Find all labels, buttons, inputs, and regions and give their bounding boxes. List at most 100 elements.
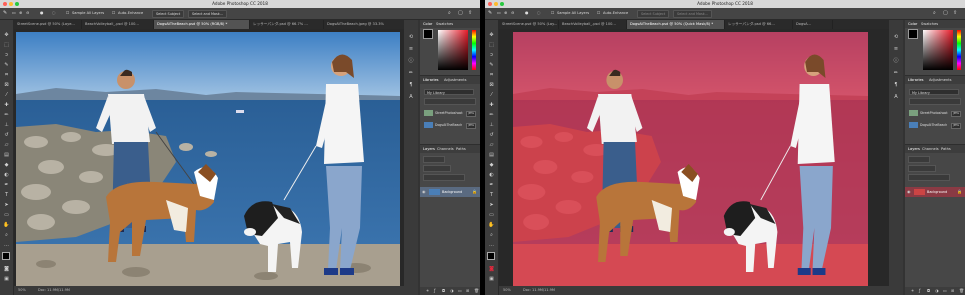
add-selection-icon[interactable]: ⊕	[504, 10, 507, 16]
lasso-tool-icon[interactable]: ↄ	[488, 52, 495, 58]
tab-dogsatthebeach-jpeg[interactable]: DogsA...	[793, 20, 833, 29]
brush-size-icon[interactable]: ●	[40, 10, 44, 16]
dodge-tool-icon[interactable]: ◐	[488, 172, 495, 178]
tab-redpanda[interactable]: レッサーパンダ.psd @ 66...	[725, 20, 793, 29]
library-select[interactable]: My Library	[909, 89, 959, 95]
hue-slider[interactable]	[957, 30, 961, 70]
new-selection-icon[interactable]: ▭	[497, 10, 501, 16]
tab-paths[interactable]: Paths	[941, 147, 951, 151]
tab-dogsatthebeach-active[interactable]: DogsAtTheBeach.psd @ 50% (RGB/8) *	[154, 20, 250, 29]
type-tool-icon[interactable]: T	[488, 192, 495, 198]
sample-all-layers-checkbox[interactable]: ☐	[551, 10, 554, 16]
hand-tool-icon[interactable]: ✋	[3, 222, 10, 228]
folder-icon[interactable]: ▭	[458, 287, 462, 295]
mask-icon[interactable]: ◘	[442, 287, 445, 295]
brush-presets-icon[interactable]: ✏	[408, 70, 414, 76]
dodge-tool-icon[interactable]: ◐	[3, 172, 10, 178]
hand-tool-icon[interactable]: ✋	[488, 222, 495, 228]
eraser-tool-icon[interactable]: ▱	[3, 142, 10, 148]
marquee-tool-icon[interactable]: ⬚	[488, 42, 495, 48]
color-picker-field[interactable]	[438, 30, 468, 70]
blur-tool-icon[interactable]: ◆	[488, 162, 495, 168]
tab-adjustments[interactable]: Adjustments	[929, 78, 952, 82]
share-icon[interactable]: ⇪	[953, 10, 957, 16]
healing-tool-icon[interactable]: ✚	[3, 102, 10, 108]
select-subject-button[interactable]: Select Subject	[637, 10, 670, 18]
tab-streetscene[interactable]: StreetScene.psd @ 50% (Laye...	[14, 20, 82, 29]
library-item[interactable]: StreetPhotoshoot JPEG	[424, 108, 476, 118]
brush-tool-icon[interactable]: ✏	[3, 112, 10, 118]
tab-libraries[interactable]: Libraries	[908, 78, 924, 82]
stamp-tool-icon[interactable]: ⊥	[3, 122, 10, 128]
document-canvas[interactable]	[16, 32, 400, 286]
paragraph-icon[interactable]: ¶	[408, 82, 414, 88]
auto-enhance-checkbox[interactable]: ☐	[597, 10, 600, 16]
subtract-selection-icon[interactable]: ⊖	[26, 10, 29, 16]
healing-tool-icon[interactable]: ✚	[488, 102, 495, 108]
zoom-level[interactable]: 50%	[503, 286, 511, 295]
workspace-icon[interactable]: ▢	[458, 10, 463, 16]
layer-filter[interactable]	[423, 156, 445, 163]
properties-icon[interactable]: ≡	[893, 46, 899, 52]
tab-redpanda[interactable]: レッサーパンダ.psd @ 66.7% ...	[250, 20, 324, 29]
sample-all-layers-checkbox[interactable]: ☐	[66, 10, 69, 16]
path-selection-icon[interactable]: ➤	[3, 202, 10, 208]
tab-beachvolleyball[interactable]: BeachVolleyball_.psd @ 100...	[559, 20, 627, 29]
library-item[interactable]: DogsAtTheBeach JPEG	[909, 120, 961, 130]
workspace-icon[interactable]: ▢	[943, 10, 948, 16]
crop-tool-icon[interactable]: ⌗	[3, 72, 10, 78]
layer-row[interactable]: ◉ Background 🔒	[420, 187, 480, 197]
brush-presets-icon[interactable]: ✏	[893, 70, 899, 76]
screen-mode-icon[interactable]: ▣	[3, 276, 10, 282]
tab-streetscene[interactable]: StreetScene.psd @ 50% (Lay...	[499, 20, 559, 29]
blend-mode-select[interactable]	[908, 165, 936, 172]
share-icon[interactable]: ⇪	[468, 10, 472, 16]
fx-icon[interactable]: ƒ	[919, 287, 920, 295]
tab-dogsatthebeach-jpeg[interactable]: DogsAtTheBeach.jpeg @ 33.3%	[324, 20, 410, 29]
foreground-swatch[interactable]	[908, 29, 918, 39]
library-item[interactable]: DogsAtTheBeach JPEG	[424, 120, 476, 130]
tab-layers[interactable]: Layers	[908, 147, 920, 151]
select-and-mask-button[interactable]: Select and Mask...	[673, 10, 712, 18]
character-icon[interactable]: A	[893, 94, 899, 100]
select-and-mask-button[interactable]: Select and Mask...	[188, 10, 227, 18]
tab-paths[interactable]: Paths	[456, 147, 466, 151]
zoom-tool-icon[interactable]: ⌕	[3, 232, 10, 238]
foreground-swatch[interactable]	[423, 29, 433, 39]
tab-beachvolleyball[interactable]: BeachVolleyball_.psd @ 100...	[82, 20, 154, 29]
more-tools-icon[interactable]: …	[3, 242, 10, 248]
library-select[interactable]: My Library	[424, 89, 474, 95]
brush-angle-icon[interactable]: ◌	[537, 10, 541, 16]
quick-mask-icon[interactable]: ◙	[488, 266, 495, 272]
lock-options[interactable]	[908, 174, 950, 181]
search-icon[interactable]: ⌕	[933, 10, 936, 16]
new-layer-icon[interactable]: ⊞	[466, 287, 469, 295]
history-brush-icon[interactable]: ↺	[488, 132, 495, 138]
gradient-tool-icon[interactable]: ▤	[3, 152, 10, 158]
layer-filter[interactable]	[908, 156, 930, 163]
info-icon[interactable]: ⓘ	[408, 58, 414, 64]
move-tool-icon[interactable]: ✥	[488, 32, 495, 38]
quick-mask-icon[interactable]: ◙	[3, 266, 10, 272]
trash-icon[interactable]: 🗑	[959, 287, 964, 295]
stamp-tool-icon[interactable]: ⊥	[488, 122, 495, 128]
eraser-tool-icon[interactable]: ▱	[488, 142, 495, 148]
eyedropper-tool-icon[interactable]: ⁄	[3, 92, 10, 98]
tab-color[interactable]: Color	[908, 22, 917, 26]
subtract-selection-icon[interactable]: ⊖	[511, 10, 514, 16]
quick-selection-tool-icon[interactable]: ✎	[3, 62, 10, 68]
shape-tool-icon[interactable]: ▭	[488, 212, 495, 218]
zoom-level[interactable]: 50%	[18, 286, 26, 295]
frame-tool-icon[interactable]: ⊠	[488, 82, 495, 88]
history-brush-icon[interactable]: ↺	[3, 132, 10, 138]
gradient-tool-icon[interactable]: ▤	[488, 152, 495, 158]
lock-options[interactable]	[423, 174, 465, 181]
brush-size-icon[interactable]: ●	[525, 10, 529, 16]
tab-channels[interactable]: Channels	[437, 147, 454, 151]
visibility-eye-icon[interactable]: ◉	[422, 187, 426, 197]
shape-tool-icon[interactable]: ▭	[3, 212, 10, 218]
visibility-eye-icon[interactable]: ◉	[907, 187, 911, 197]
link-icon[interactable]: ⚭	[911, 287, 914, 295]
search-icon[interactable]: ⌕	[448, 10, 451, 16]
lasso-tool-icon[interactable]: ↄ	[3, 52, 10, 58]
